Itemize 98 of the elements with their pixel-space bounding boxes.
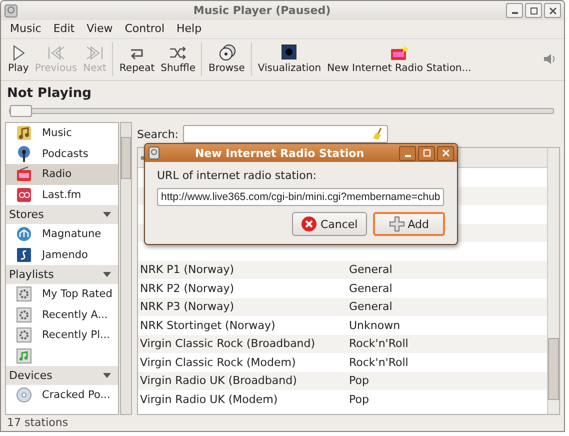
- volume-icon[interactable]: [543, 53, 557, 65]
- shuffle-icon: [168, 44, 188, 62]
- station-row[interactable]: NRK P2 (Norway) General: [138, 279, 547, 298]
- station-title: NRK P3 (Norway): [139, 300, 236, 314]
- station-row[interactable]: Virgin Radio UK (Modem) Pop: [138, 390, 547, 408]
- radio-icon: [389, 44, 410, 62]
- station-row[interactable]: Virgin Classic Rock (Modem) Rock'n'Roll: [138, 353, 547, 372]
- close-button[interactable]: [544, 3, 561, 18]
- search-field[interactable]: [182, 125, 388, 143]
- station-title: NRK P2 (Norway): [139, 282, 236, 295]
- station-genre: Unknown: [349, 318, 400, 332]
- menu-item[interactable]: View: [86, 22, 113, 35]
- maximize-icon: [422, 149, 430, 157]
- station-row[interactable]: NRK P1 (Norway) General: [138, 260, 547, 279]
- sidebar-item[interactable]: Magnatune: [6, 224, 118, 244]
- slider-thumb[interactable]: [10, 105, 32, 117]
- sidebar-item[interactable]: Cracked Po...: [6, 385, 118, 406]
- visualization-icon: [279, 44, 300, 62]
- sidebar-item[interactable]: Last.fm: [6, 184, 118, 205]
- cancel-icon: [301, 216, 318, 232]
- lastfm-icon: [16, 186, 32, 203]
- disc-icon: [16, 387, 32, 404]
- sidebar-item[interactable]: Jamendo: [6, 244, 118, 265]
- dialog-title: New Internet Radio Station: [194, 146, 364, 160]
- close-icon: [548, 6, 556, 14]
- maximize-button[interactable]: [525, 3, 542, 18]
- expander-down-icon: [102, 270, 112, 278]
- playlist-icon: [16, 348, 32, 364]
- close-button[interactable]: [437, 146, 454, 160]
- sidebar-item[interactable]: Podcasts: [6, 144, 118, 164]
- maximize-button[interactable]: [418, 146, 435, 160]
- url-label: URL of internet radio station:: [157, 169, 318, 182]
- minimize-button[interactable]: [506, 3, 523, 18]
- expander-down-icon: [102, 210, 112, 218]
- jamendo-icon: [16, 246, 32, 263]
- minimize-icon: [512, 12, 518, 14]
- toolbar-button[interactable]: Shuffle: [158, 42, 198, 76]
- toolbar-button[interactable]: Play: [5, 42, 32, 76]
- sidebar-item[interactable]: Recently A...: [6, 304, 118, 325]
- podcast-icon: [16, 146, 32, 162]
- station-title: NRK Stortinget (Norway): [139, 318, 276, 332]
- toolbar-button[interactable]: Visualization: [254, 42, 324, 76]
- expander-down-icon: [102, 372, 112, 380]
- broom-icon[interactable]: [372, 127, 384, 141]
- smart-icon: [16, 286, 32, 302]
- section-header[interactable]: Devices: [6, 366, 118, 385]
- station-title: Virgin Radio UK (Broadband): [139, 374, 298, 388]
- station-row[interactable]: Virgin Classic Rock (Broadband) Rock'n'Roll: [138, 334, 547, 353]
- station-row[interactable]: NRK Stortinget (Norway) Unknown: [138, 316, 547, 334]
- station-row[interactable]: Virgin Radio UK (Broadband) Pop: [138, 372, 547, 390]
- sidebar-item[interactable]: Radio: [6, 164, 118, 184]
- toolbar-button[interactable]: Repeat: [116, 42, 158, 76]
- station-row[interactable]: NRK P3 (Norway) General: [138, 298, 547, 316]
- menu-item[interactable]: Edit: [53, 22, 75, 35]
- search-label: Search:: [137, 128, 178, 140]
- station-title: NRK P1 (Norway): [139, 263, 236, 276]
- station-genre: General: [349, 300, 392, 314]
- sidebar-scrollbar[interactable]: [120, 122, 132, 415]
- sidebar-item[interactable]: Music: [6, 123, 118, 144]
- toolbar-button[interactable]: New Internet Radio Station...: [324, 42, 474, 76]
- status-text: 17 stations: [6, 415, 70, 431]
- section-header[interactable]: Stores: [6, 205, 118, 224]
- table-scrollbar[interactable]: [547, 148, 559, 414]
- toolbar-button[interactable]: Browse: [205, 42, 248, 76]
- seek-slider[interactable]: [9, 108, 554, 114]
- station-genre: Pop: [349, 392, 369, 406]
- radio-icon: [16, 166, 32, 182]
- menu-item[interactable]: Music: [10, 22, 42, 35]
- station-genre: General: [349, 263, 392, 276]
- browse-icon: [216, 44, 237, 62]
- section-header[interactable]: Playlists: [6, 265, 118, 284]
- station-title: Virgin Radio UK (Modem): [139, 392, 279, 406]
- plus-icon: [388, 216, 405, 232]
- station-genre: Pop: [349, 374, 369, 388]
- sidebar-item[interactable]: Recently Pl...: [6, 325, 118, 346]
- dialog-button[interactable]: Add: [372, 212, 445, 236]
- station-title: Virgin Classic Rock (Broadband): [139, 337, 316, 350]
- music-icon: [16, 125, 32, 142]
- station-genre: General: [349, 282, 392, 295]
- smart-icon: [16, 327, 32, 344]
- menu-item[interactable]: Help: [176, 22, 202, 35]
- minimize-icon: [404, 154, 410, 156]
- window-title: Music Player (Paused): [192, 4, 332, 17]
- minimize-button[interactable]: [399, 146, 416, 160]
- maximize-icon: [530, 6, 538, 14]
- next-icon: [84, 44, 105, 62]
- station-title: Virgin Classic Rock (Modem): [139, 356, 297, 369]
- url-field[interactable]: http://www.live365.com/cgi-bin/mini.cgi?membername=chub: [157, 188, 444, 206]
- dialog-button[interactable]: Cancel: [292, 212, 367, 236]
- menu-item[interactable]: Control: [124, 22, 164, 35]
- close-icon: [442, 149, 450, 157]
- sidebar-item[interactable]: My Top Rated: [6, 284, 118, 304]
- smart-icon: [16, 306, 32, 323]
- station-genre: Rock'n'Roll: [349, 356, 408, 369]
- previous-icon: [46, 44, 66, 62]
- magnatune-icon: [16, 226, 32, 242]
- station-genre: Rock'n'Roll: [349, 337, 408, 350]
- now-playing-title: Not Playing: [6, 85, 92, 103]
